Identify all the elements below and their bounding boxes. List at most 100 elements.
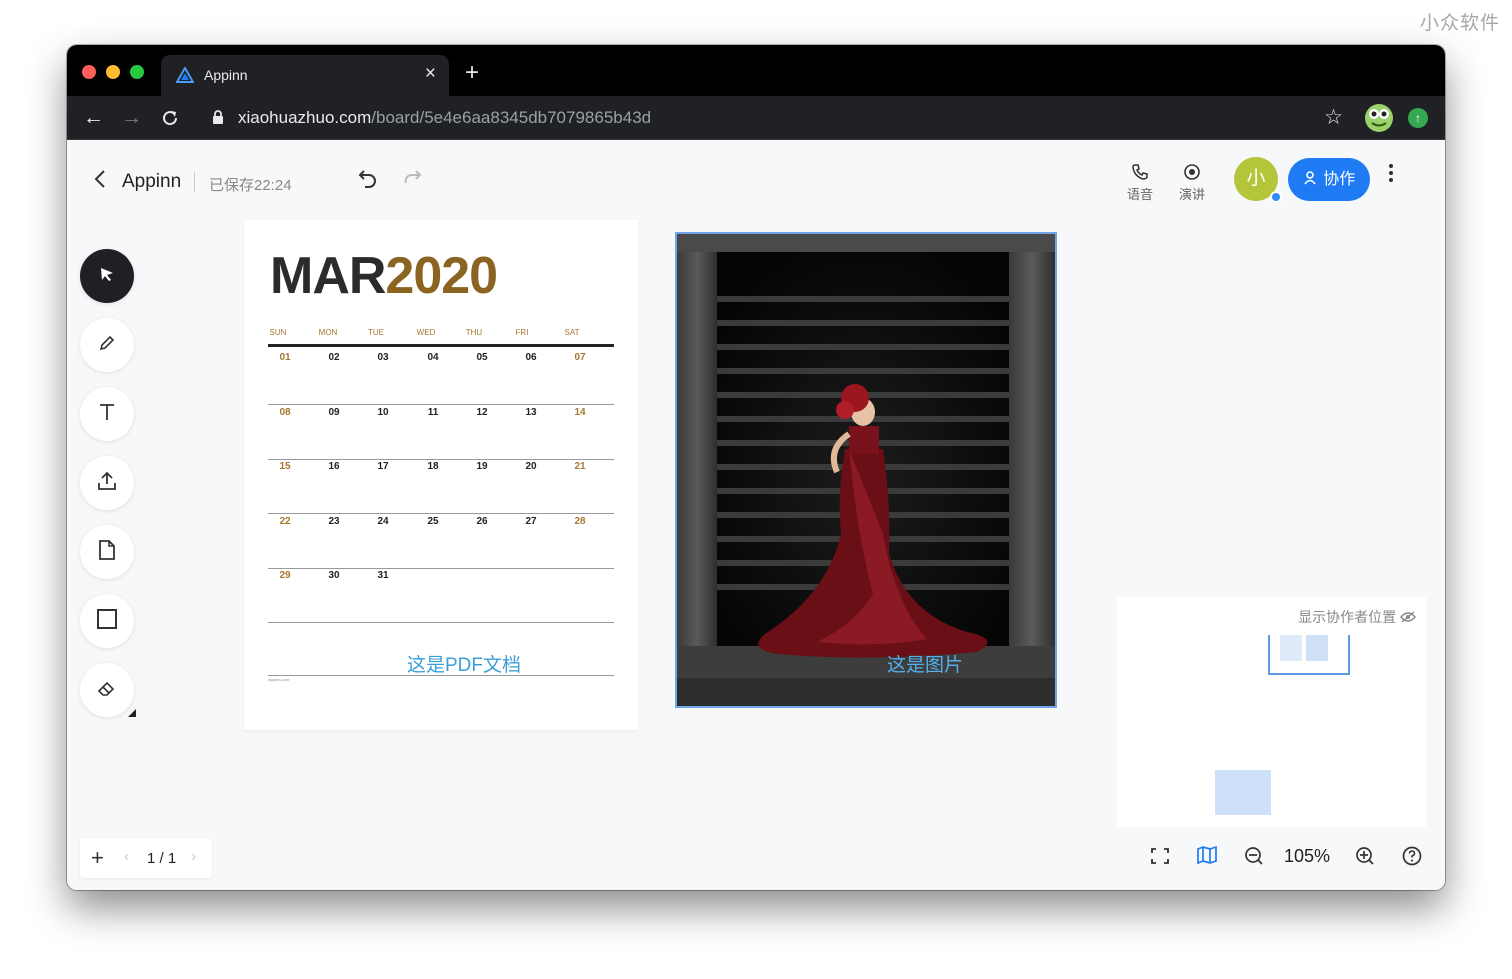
upload-extension-icon[interactable]: ↑ (1408, 108, 1428, 128)
calendar-day: 14 (574, 406, 586, 418)
cursor-icon (97, 264, 117, 289)
minimap-panel[interactable]: 显示协作者位置 (1117, 597, 1426, 827)
undo-icon[interactable] (356, 169, 378, 194)
note-tool-button[interactable] (80, 525, 134, 579)
bookmark-star-icon[interactable]: ☆ (1324, 105, 1343, 130)
calendar-day: 07 (574, 352, 586, 363)
calendar-day: 18 (427, 461, 439, 473)
pen-tool-button[interactable] (80, 318, 134, 372)
prev-page-icon[interactable]: ‹ (124, 848, 129, 866)
photo-card[interactable]: 这是图片 (675, 232, 1057, 708)
calendar-title: MAR2020 (270, 246, 498, 306)
calendar-day: 21 (574, 461, 586, 473)
calendar-row-rule (268, 622, 614, 624)
board-title[interactable]: Appinn (122, 171, 181, 193)
minimap-thumb-pdf (1280, 635, 1302, 661)
calendar-year: 2020 (385, 247, 498, 305)
minimap-label: 显示协作者位置 (1298, 609, 1397, 625)
calendar-day: 17 (377, 461, 389, 473)
calendar-day: 24 (377, 515, 389, 527)
person-icon (1303, 171, 1319, 188)
calendar-day: 22 (279, 515, 291, 527)
minimize-window-button[interactable] (106, 65, 120, 79)
more-menu-icon[interactable] (1388, 163, 1394, 189)
weekday-label: TUE (368, 328, 384, 337)
calendar-day: 10 (377, 406, 389, 418)
calendar-day: 16 (328, 461, 340, 473)
weekday-label: SAT (564, 328, 580, 337)
zoom-in-icon[interactable] (1354, 845, 1376, 872)
calendar-day: 08 (279, 406, 291, 418)
calendar-day: 03 (377, 352, 389, 363)
tab-close-icon[interactable]: × (425, 63, 436, 85)
pdf-document-card[interactable]: MAR2020 SUN MON TUE WED THU FRI SAT 01 02… (244, 220, 638, 730)
calendar-row-rule (268, 567, 614, 569)
calendar-day: 23 (328, 515, 340, 527)
url-host: xiaohuazhuo.com (238, 108, 372, 127)
frog-extension-icon[interactable] (1365, 104, 1393, 132)
zoom-level[interactable]: 105% (1284, 846, 1330, 867)
forward-arrow-icon[interactable]: → (121, 106, 142, 130)
save-status: 已保存22:24 (209, 177, 292, 194)
calendar-day: 20 (525, 461, 537, 473)
photo-woman-red-dress (677, 234, 1055, 706)
maximize-window-button[interactable] (130, 65, 144, 79)
calendar-day: 06 (525, 352, 537, 363)
new-tab-button[interactable]: + (465, 59, 479, 87)
weekday-label: MON (318, 328, 338, 337)
url-text: xiaohuazhuo.com/board/5e4e6aa8345db70798… (238, 108, 651, 128)
tab-title: Appinn (204, 67, 248, 83)
text-icon (97, 402, 117, 427)
back-arrow-icon[interactable]: ← (83, 106, 104, 130)
tool-expand-corner[interactable] (128, 709, 136, 717)
shape-tool-button[interactable] (80, 594, 134, 648)
zoom-out-icon[interactable] (1243, 845, 1265, 872)
add-page-icon[interactable]: + (91, 845, 104, 871)
calendar-day: 01 (279, 352, 291, 363)
fullscreen-icon[interactable] (1150, 847, 1170, 870)
calendar-day: 27 (525, 515, 537, 527)
browser-window: Appinn × + ← → xiaohuazhuo.com/board/5e4… (67, 45, 1445, 890)
present-label: 演讲 (1178, 187, 1205, 202)
help-icon[interactable] (1401, 845, 1423, 872)
eraser-tool-button[interactable] (80, 663, 134, 717)
calendar-day: 02 (328, 352, 340, 363)
show-collaborator-position[interactable]: 显示协作者位置 (1298, 607, 1416, 627)
calendar-day: 09 (328, 406, 340, 418)
upload-icon (96, 470, 118, 497)
pdf-footer: Appinn.com (268, 677, 290, 682)
calendar-day: 30 (328, 570, 340, 582)
reload-icon[interactable] (160, 106, 180, 134)
next-page-icon[interactable]: › (191, 848, 196, 866)
online-status-dot (1270, 191, 1282, 203)
weekday-label: FRI (515, 328, 529, 337)
calendar-day: 13 (525, 406, 537, 418)
select-tool-button[interactable] (80, 249, 134, 303)
watermark: 小众软件 (1419, 12, 1500, 34)
address-bar[interactable]: xiaohuazhuo.com/board/5e4e6aa8345db70798… (200, 101, 1351, 135)
redo-icon[interactable] (402, 169, 424, 194)
back-chevron-icon[interactable] (93, 169, 107, 195)
weekday-header: SUN MON TUE WED THU FRI SAT (268, 328, 614, 340)
calendar-top-rule (268, 344, 614, 347)
minimap-collaborator-area (1215, 770, 1271, 815)
calendar-day: 25 (427, 515, 439, 527)
title-divider (194, 172, 195, 192)
minimap-viewport[interactable] (1268, 635, 1350, 675)
calendar-day: 15 (279, 461, 291, 473)
calendar-day: 29 (279, 570, 291, 582)
eye-hidden-icon (1400, 609, 1416, 625)
voice-button[interactable]: 语音 (1120, 163, 1160, 203)
tab-bar: Appinn × + (67, 45, 1445, 96)
browser-tab[interactable]: Appinn × (161, 55, 449, 96)
close-window-button[interactable] (82, 65, 96, 79)
text-tool-button[interactable] (80, 387, 134, 441)
photo-caption: 这是图片 (886, 655, 963, 676)
weekday-label: THU (465, 328, 483, 337)
present-button[interactable]: 演讲 (1172, 163, 1212, 203)
calendar-day: 05 (476, 352, 488, 363)
page-navigator: + ‹ 1 / 1 › (80, 838, 212, 878)
collaborate-button[interactable]: 协作 (1288, 158, 1370, 201)
upload-tool-button[interactable] (80, 456, 134, 510)
map-icon[interactable] (1196, 845, 1218, 870)
